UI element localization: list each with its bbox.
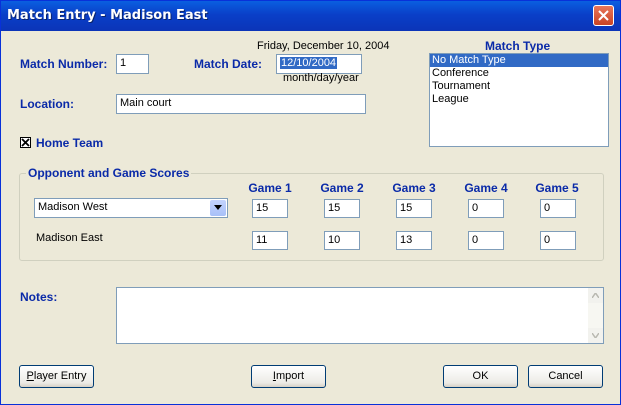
- chevron-up-icon: [592, 293, 599, 298]
- opponent-game-3-score[interactable]: 15: [396, 199, 432, 218]
- match-type-item[interactable]: No Match Type: [430, 54, 608, 67]
- home-team-name: Madison East: [36, 232, 103, 244]
- match-number-input[interactable]: 1: [116, 54, 149, 74]
- home-game-4-score[interactable]: 0: [468, 231, 504, 250]
- close-icon: [598, 10, 609, 21]
- opponent-selected-value: Madison West: [38, 201, 108, 213]
- match-date-value: 12/10/2004: [280, 57, 338, 69]
- dropdown-button[interactable]: [210, 200, 226, 216]
- game-2-header: Game 2: [320, 181, 364, 195]
- match-date-input[interactable]: 12/10/2004: [276, 54, 362, 74]
- match-type-item[interactable]: League: [430, 93, 608, 106]
- notes-label: Notes:: [20, 290, 58, 304]
- game-5-header: Game 5: [535, 181, 579, 195]
- notes-scrollbar[interactable]: [588, 288, 603, 343]
- game-4-header: Game 4: [464, 181, 508, 195]
- close-button[interactable]: [593, 5, 614, 26]
- game-1-header: Game 1: [248, 181, 292, 195]
- player-entry-mnemonic: P: [26, 370, 34, 382]
- match-type-list[interactable]: No Match Type Conference Tournament Leag…: [429, 53, 609, 147]
- home-game-1-score[interactable]: 11: [252, 231, 288, 250]
- scroll-up-button[interactable]: [588, 288, 603, 303]
- chevron-down-icon: [214, 205, 222, 210]
- home-game-5-score[interactable]: 0: [540, 231, 576, 250]
- match-type-item[interactable]: Conference: [430, 67, 608, 80]
- player-entry-label: layer Entry: [33, 370, 87, 382]
- dialog-client-area: Friday, December 10, 2004 Match Number: …: [4, 31, 617, 401]
- opponent-dropdown[interactable]: Madison West: [34, 198, 228, 218]
- opponent-game-4-score[interactable]: 0: [468, 199, 504, 218]
- opponent-game-2-score[interactable]: 15: [324, 199, 360, 218]
- opponent-scores-group-title: Opponent and Game Scores: [26, 166, 192, 180]
- match-number-label: Match Number:: [20, 57, 108, 71]
- cancel-button[interactable]: Cancel: [528, 365, 603, 388]
- import-label: mport: [275, 370, 305, 382]
- home-team-checkbox[interactable]: [20, 137, 31, 148]
- import-button[interactable]: Import: [251, 365, 326, 388]
- date-display: Friday, December 10, 2004: [257, 40, 390, 52]
- title-bar[interactable]: Match Entry - Madison East: [1, 1, 620, 31]
- opponent-game-5-score[interactable]: 0: [540, 199, 576, 218]
- opponent-game-1-score[interactable]: 15: [252, 199, 288, 218]
- game-3-header: Game 3: [392, 181, 436, 195]
- match-entry-window: Match Entry - Madison East Friday, Decem…: [0, 0, 621, 405]
- location-label: Location:: [20, 97, 74, 111]
- notes-textarea[interactable]: [116, 287, 604, 344]
- match-type-item[interactable]: Tournament: [430, 80, 608, 93]
- ok-button[interactable]: OK: [443, 365, 518, 388]
- home-team-label[interactable]: Home Team: [36, 136, 103, 150]
- home-game-2-score[interactable]: 10: [324, 231, 360, 250]
- player-entry-button[interactable]: Player Entry: [19, 365, 94, 388]
- location-input[interactable]: Main court: [116, 94, 366, 114]
- match-type-label: Match Type: [485, 39, 551, 53]
- match-date-label: Match Date:: [194, 57, 263, 71]
- scroll-down-button[interactable]: [588, 328, 603, 343]
- checkmark-icon: [21, 138, 30, 147]
- window-title: Match Entry - Madison East: [7, 8, 208, 23]
- home-game-3-score[interactable]: 13: [396, 231, 432, 250]
- chevron-down-icon: [592, 333, 599, 338]
- date-format-hint: month/day/year: [283, 72, 359, 84]
